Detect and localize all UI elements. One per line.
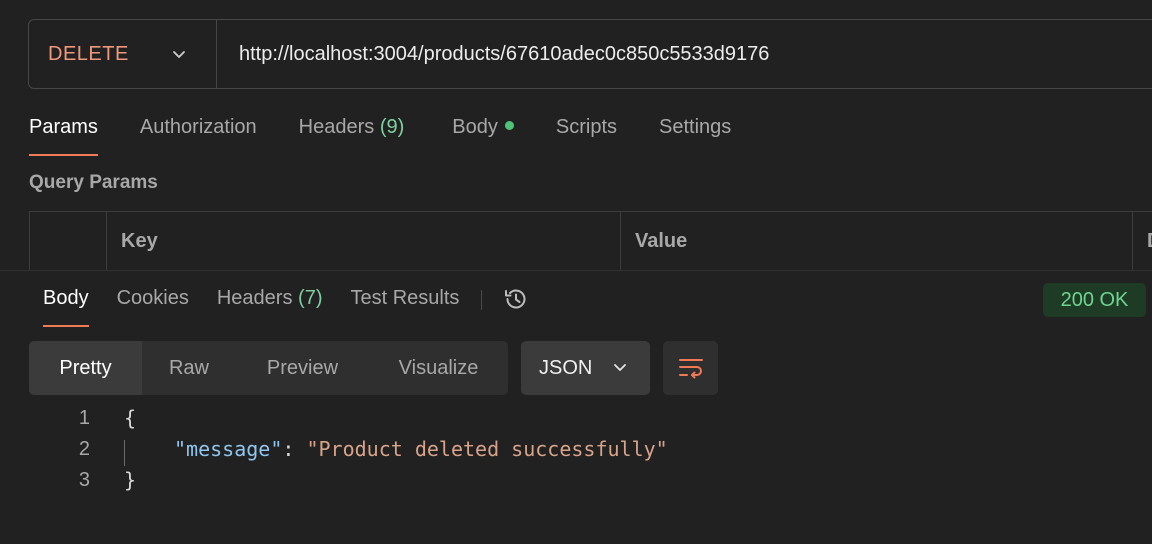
url-input[interactable]: http://localhost:3004/products/67610adec…: [217, 43, 769, 66]
code-line: 1 {: [0, 403, 1152, 434]
status-badge[interactable]: 200 OK: [1043, 283, 1146, 317]
tab-label: Headers: [216, 287, 293, 309]
view-mode-group: Pretty Raw Preview Visualize: [29, 341, 508, 395]
checkbox-column: [30, 212, 107, 272]
code-line: 3 }: [0, 465, 1152, 496]
tab-scripts[interactable]: Scripts: [556, 116, 617, 156]
tab-label: Scripts: [555, 116, 617, 138]
json-value: "Product deleted successfully": [306, 437, 668, 461]
history-icon[interactable]: [502, 285, 530, 313]
response-headers-count: (7): [298, 287, 323, 309]
column-header-description: D: [1133, 212, 1152, 272]
tab-label: Body: [452, 116, 498, 138]
headers-count: (9): [379, 116, 405, 138]
line-number: 3: [78, 469, 90, 491]
method-label: DELETE: [48, 42, 129, 65]
chevron-down-icon: [614, 364, 626, 371]
tab-authorization[interactable]: Authorization: [140, 116, 257, 156]
response-pane: Body Cookies Headers (7) Test Results 20…: [0, 270, 1152, 544]
open-brace: {: [124, 406, 137, 430]
column-header-value: Value: [621, 212, 1133, 272]
tab-params[interactable]: Params: [29, 116, 98, 156]
tab-label: Settings: [659, 116, 732, 138]
line-number: 1: [78, 407, 90, 429]
params-table: Key Value D: [29, 211, 1152, 272]
response-tabs: Body Cookies Headers (7) Test Results: [43, 287, 530, 327]
view-preview-button[interactable]: Preview: [236, 341, 369, 395]
line-number: 2: [78, 438, 90, 460]
wrap-lines-icon: [678, 359, 703, 379]
view-visualize-button[interactable]: Visualize: [369, 341, 508, 395]
request-url-bar: DELETE http://localhost:3004/products/67…: [28, 19, 1152, 89]
format-select[interactable]: JSON: [521, 341, 650, 395]
wrap-lines-button[interactable]: [663, 341, 718, 395]
tab-label: Body: [43, 287, 89, 309]
tab-label: Cookies: [116, 287, 189, 309]
column-header-key: Key: [107, 212, 621, 272]
chevron-down-icon: [173, 51, 185, 58]
tab-label: Test Results: [350, 287, 460, 309]
method-select[interactable]: DELETE: [29, 20, 217, 88]
json-key: "message": [174, 437, 283, 461]
response-tab-body[interactable]: Body: [43, 287, 89, 327]
code-line: 2 "message": "Product deleted successful…: [0, 434, 1152, 466]
tab-body[interactable]: Body: [452, 116, 514, 156]
tab-label: Headers: [298, 116, 375, 138]
tab-divider: [481, 290, 483, 310]
response-body-code: 1 { 2 "message": "Product deleted succes…: [0, 403, 1152, 496]
close-brace: }: [124, 468, 137, 492]
response-tab-headers[interactable]: Headers (7): [217, 287, 323, 327]
format-label: JSON: [539, 356, 593, 379]
response-tab-cookies[interactable]: Cookies: [117, 287, 189, 327]
response-tab-test-results[interactable]: Test Results: [350, 287, 459, 327]
indent-guide: [124, 440, 125, 466]
json-colon: :: [282, 437, 307, 461]
tab-settings[interactable]: Settings: [659, 116, 731, 156]
body-indicator-dot: [504, 121, 514, 130]
tab-label: Authorization: [139, 116, 257, 138]
tab-headers[interactable]: Headers (9): [299, 116, 405, 156]
json-entry: "message": "Product deleted successfully…: [174, 434, 668, 465]
query-params-title: Query Params: [29, 172, 158, 193]
request-tabs: Params Authorization Headers (9) Body Sc…: [29, 116, 773, 156]
view-raw-button[interactable]: Raw: [142, 341, 236, 395]
tab-label: Params: [29, 116, 98, 138]
view-pretty-button[interactable]: Pretty: [29, 341, 142, 395]
